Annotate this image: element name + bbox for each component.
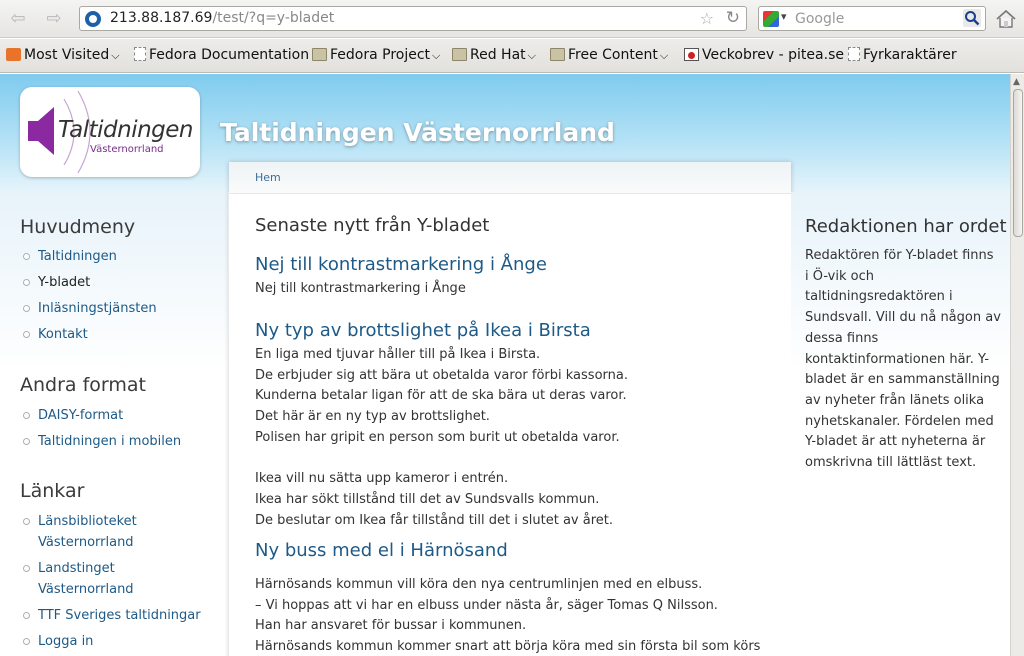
article-body: En liga med tjuvar håller till på Ikea i… bbox=[255, 345, 628, 531]
page-title: Senaste nytt från Y-bladet bbox=[255, 215, 490, 236]
menu-item-kontakt[interactable]: Kontakt bbox=[20, 324, 157, 345]
formats-menu: DAISY-format Taltidningen i mobilen bbox=[20, 405, 181, 452]
article-line: Han har ansvaret för bussar i kommunen. bbox=[255, 618, 527, 634]
bookmark-label: Fedora Documentation bbox=[149, 47, 310, 63]
article-line: De erbjuder sig att bära ut obetalda var… bbox=[255, 367, 628, 383]
editorial-text: Redaktören för Y-bladet finns i Ö-vik oc… bbox=[805, 248, 1001, 471]
search-input[interactable]: Google bbox=[795, 11, 844, 27]
vertical-scrollbar[interactable]: ▲ bbox=[1010, 74, 1024, 656]
page-viewport: Taltidningen Västernorrland Taltidningen… bbox=[0, 74, 1010, 656]
article-title[interactable]: Nej till kontrastmarkering i Ånge bbox=[255, 254, 547, 275]
menu-item-y-bladet[interactable]: Y-bladet bbox=[20, 272, 157, 293]
site-identity-icon[interactable] bbox=[85, 11, 101, 27]
bookmark-label: Red Hat bbox=[470, 47, 526, 63]
reload-icon[interactable]: ↻ bbox=[726, 8, 740, 28]
site-name[interactable]: Taltidningen Västernorrland bbox=[220, 118, 615, 147]
chevron-down-icon: ⌵ bbox=[111, 49, 120, 62]
article-line: De beslutar om Ikea får tillstånd till d… bbox=[255, 512, 613, 528]
links-menu: Länsbiblioteket Västernorrland Landsting… bbox=[20, 511, 210, 652]
article-line: Ikea har sökt tillstånd till det av Sund… bbox=[255, 491, 600, 507]
article-line: Det här är en ny typ av brottslighet. bbox=[255, 409, 490, 425]
link-ttf[interactable]: TTF Sveriges taltidningar bbox=[20, 605, 210, 626]
site-icon bbox=[684, 48, 699, 61]
bookmark-fedora-documentation[interactable]: Fedora Documentation bbox=[134, 47, 309, 63]
speaker-icon bbox=[28, 107, 54, 155]
url-text[interactable]: 213.88.187.69/test/?q=y-bladet bbox=[110, 10, 334, 26]
breadcrumb-bar: Hem bbox=[229, 162, 791, 194]
bookmarks-toolbar: Most Visited ⌵ Fedora Documentation Fedor… bbox=[0, 39, 1024, 73]
link-lansbiblioteket[interactable]: Länsbiblioteket Västernorrland bbox=[20, 511, 160, 553]
link-landstinget[interactable]: Landstinget Västernorrland bbox=[20, 558, 160, 600]
bookmark-label: Veckobrev - pitea.se bbox=[702, 47, 844, 63]
breadcrumb-home[interactable]: Hem bbox=[255, 171, 281, 184]
article-line: Nej till kontrastmarkering i Ånge bbox=[255, 281, 466, 296]
chevron-down-icon: ⌵ bbox=[432, 49, 441, 62]
most-visited-icon bbox=[6, 48, 21, 61]
block-title-editorial: Redaktionen har ordet bbox=[805, 216, 1007, 237]
article-line bbox=[255, 449, 628, 470]
main-menu: Taltidningen Y-bladet Inläsningstjänsten… bbox=[20, 246, 157, 345]
main-content: Hem Senaste nytt från Y-bladet Nej till … bbox=[229, 162, 791, 656]
bookmark-label: Most Visited bbox=[24, 47, 110, 63]
home-icon[interactable] bbox=[994, 7, 1018, 31]
bookmark-star-icon[interactable]: ☆ bbox=[700, 9, 714, 28]
bookmark-free-content[interactable]: Free Content ⌵ bbox=[550, 47, 668, 63]
site-logo[interactable]: Taltidningen Västernorrland bbox=[20, 87, 200, 177]
block-title-other-formats: Andra format bbox=[20, 374, 146, 396]
chevron-down-icon[interactable]: ▾ bbox=[781, 10, 787, 23]
browser-toolbar: ⇦ ⇨ 213.88.187.69/test/?q=y-bladet ☆ ↻ ▾… bbox=[0, 0, 1024, 38]
menu-item-daisy[interactable]: DAISY-format bbox=[20, 405, 181, 426]
back-button[interactable]: ⇦ bbox=[5, 6, 31, 32]
menu-item-inlasningstjansten[interactable]: Inläsningstjänsten bbox=[20, 298, 157, 319]
menu-item-taltidningen[interactable]: Taltidningen bbox=[20, 246, 157, 267]
bookmark-label: Fedora Project bbox=[330, 47, 431, 63]
article-line: Härnösands kommun vill köra den nya cent… bbox=[255, 577, 703, 592]
bookmark-red-hat[interactable]: Red Hat ⌵ bbox=[452, 47, 536, 63]
search-icon[interactable] bbox=[963, 9, 981, 27]
logo-name: Taltidningen bbox=[58, 117, 194, 143]
chevron-down-icon: ⌵ bbox=[527, 49, 536, 62]
bookmark-fyrkaraktarer[interactable]: Fyrkaraktärer bbox=[848, 47, 957, 63]
bookmark-most-visited[interactable]: Most Visited ⌵ bbox=[6, 47, 120, 63]
url-bar[interactable]: 213.88.187.69/test/?q=y-bladet ☆ ↻ bbox=[79, 6, 747, 31]
chevron-down-icon: ⌵ bbox=[659, 49, 669, 62]
bookmark-fedora-project[interactable]: Fedora Project ⌵ bbox=[312, 47, 440, 63]
article-body: Nej till kontrastmarkering i Ånge bbox=[255, 279, 466, 300]
page-icon bbox=[134, 47, 146, 61]
article-line: Polisen har gripit en person som burit u… bbox=[255, 429, 620, 445]
link-logga-in[interactable]: Logga in bbox=[20, 631, 210, 652]
search-bar[interactable]: ▾ Google bbox=[758, 6, 986, 31]
article-line: En liga med tjuvar håller till på Ikea i… bbox=[255, 347, 541, 362]
scrollbar-thumb[interactable] bbox=[1013, 89, 1023, 237]
forward-button[interactable]: ⇨ bbox=[41, 6, 67, 32]
folder-icon bbox=[550, 48, 565, 61]
article-line: Härnösands kommun kommer snart att börja… bbox=[255, 639, 761, 655]
folder-icon bbox=[312, 48, 327, 61]
logo-subtitle: Västernorrland bbox=[90, 144, 164, 155]
article-line: Ikea vill nu sätta upp kameror i entrén. bbox=[255, 471, 509, 487]
article-line: Kunderna betalar ligan för att de ska bä… bbox=[255, 388, 627, 404]
url-path: /test/?q=y-bladet bbox=[212, 10, 335, 26]
page-icon bbox=[848, 47, 860, 61]
search-engine-icon[interactable] bbox=[763, 11, 779, 27]
url-host: 213.88.187.69 bbox=[110, 10, 213, 26]
block-title-links: Länkar bbox=[20, 480, 85, 502]
article-body: Härnösands kommun vill köra den nya cent… bbox=[255, 575, 760, 656]
block-title-main-menu: Huvudmeny bbox=[20, 216, 136, 238]
bookmark-label: Free Content bbox=[568, 47, 658, 63]
scroll-up-icon[interactable]: ▲ bbox=[1013, 77, 1020, 87]
bookmark-label: Fyrkaraktärer bbox=[863, 47, 957, 63]
article-title[interactable]: Ny typ av brottslighet på Ikea i Birsta bbox=[255, 320, 591, 341]
menu-item-mobile[interactable]: Taltidningen i mobilen bbox=[20, 431, 181, 452]
folder-icon bbox=[452, 48, 467, 61]
article-title[interactable]: Ny buss med el i Härnösand bbox=[255, 540, 508, 561]
article-line: – Vi hoppas att vi har en elbuss under n… bbox=[255, 597, 718, 613]
bookmark-veckobrev[interactable]: Veckobrev - pitea.se bbox=[684, 47, 844, 63]
